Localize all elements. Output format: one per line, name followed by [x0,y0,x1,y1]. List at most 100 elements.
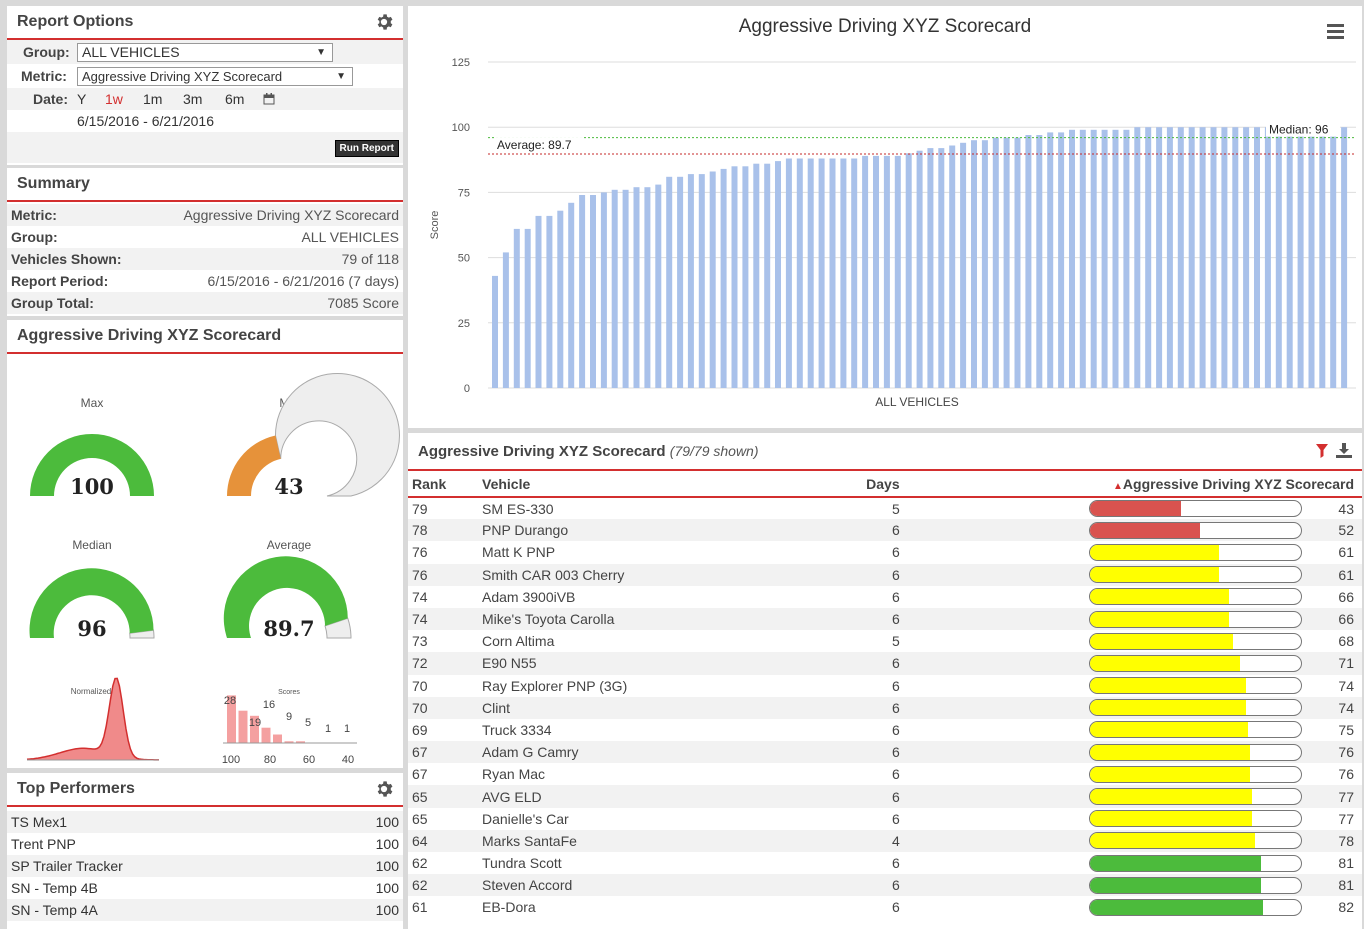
score-value: 77 [1338,810,1354,827]
days-cell: 6 [892,522,900,539]
table-row[interactable]: 65 Danielle's Car 6 77 [408,808,1362,830]
group-row: Group: ALL VEHICLES ▼ [7,40,403,64]
score-cell-wrap: 75 [908,721,1354,739]
scores-title: Scores [278,689,300,696]
col-score[interactable]: ▲Aggressive Driving XYZ Scorecard [904,471,1362,497]
chart-bar [883,155,890,388]
score-bar-fill [1090,833,1255,849]
run-row: Run Report [7,132,403,163]
chart-bar [840,158,847,388]
rank-cell: 76 [412,566,428,583]
vehicle-cell: Clint [482,699,511,716]
chart-bar [829,158,836,388]
col-vehicle[interactable]: Vehicle [482,471,862,497]
top-performer-row[interactable]: TS Mex1 100 [7,811,403,833]
chart-bar [731,166,738,388]
chart-bar [524,228,531,388]
date-option-3m[interactable]: 3m [183,91,225,107]
table-row[interactable]: 73 Corn Altima 5 68 [408,630,1362,652]
run-report-button[interactable]: Run Report [334,140,399,157]
chart-bar [981,140,988,388]
scores-count-label: 5 [305,717,311,729]
vehicle-cell: Mike's Toyota Carolla [482,611,615,628]
table-row[interactable]: 79 SM ES-330 5 43 [408,497,1362,519]
top-performer-row[interactable]: SP Trailer Tracker 100 [7,855,403,877]
date-option-1w[interactable]: 1w [105,91,143,107]
top-performer-row[interactable]: SN - Temp 4B 100 [7,877,403,899]
table-row[interactable]: 70 Ray Explorer PNP (3G) 6 74 [408,675,1362,697]
table-row[interactable]: 65 AVG ELD 6 77 [408,785,1362,808]
gauge-value: 43 [274,474,303,499]
score-cell-wrap: 43 [908,500,1354,518]
y-tick-label: 0 [464,383,470,395]
group-select[interactable]: ALL VEHICLES ▼ [77,42,333,62]
score-cell-wrap: 77 [908,788,1354,806]
table-row[interactable]: 76 Smith CAR 003 Cherry 6 61 [408,563,1362,586]
table-row[interactable]: 74 Mike's Toyota Carolla 6 66 [408,607,1362,631]
rank-cell: 79 [412,500,428,517]
vehicle-cell: Ray Explorer PNP (3G) [482,677,628,694]
top-performers-title: Top Performers [17,780,135,797]
top-performer-row[interactable]: SN - Temp 4A 100 [7,899,403,921]
score-cell: 81 [904,874,1362,896]
score-cell-wrap: 61 [908,543,1354,561]
rank-cell: 70 [412,677,428,694]
score-cell-wrap: 82 [908,898,1354,916]
gear-icon[interactable] [375,13,393,31]
table-row[interactable]: 72 E90 N55 6 71 [408,652,1362,675]
menu-icon[interactable] [1327,24,1344,39]
score-bar-fill [1090,678,1247,694]
scores-count-label: 1 [325,723,331,735]
table-row[interactable]: 78 PNP Durango 6 52 [408,519,1362,542]
vehicle-cell: PNP Durango [482,522,569,539]
table-row[interactable]: 67 Ryan Mac 6 76 [408,763,1362,785]
chart-bar [579,195,586,388]
metric-select[interactable]: Aggressive Driving XYZ Scorecard ▼ [77,66,353,86]
chart-bar [655,184,662,388]
days-cell: 6 [892,699,900,716]
col-rank[interactable]: Rank [408,471,482,497]
rank-cell: 65 [412,810,428,827]
table-row[interactable]: 76 Matt K PNP 6 61 [408,541,1362,563]
date-label: Date: [33,91,69,107]
scores-count-label: 9 [286,711,292,723]
top-performer-score: 100 [375,814,399,830]
table-row[interactable]: 62 Steven Accord 6 81 [408,874,1362,897]
score-bar [1089,521,1302,539]
filter-icon[interactable] [1316,444,1328,458]
chart-bar [916,150,923,388]
gauge-average: Average 89.7 [223,538,352,641]
vehicle-cell: SM ES-330 [482,500,554,517]
table-row[interactable]: 61 EB-Dora 6 82 [408,896,1362,918]
date-option-y[interactable]: Y [77,91,105,107]
score-cell-wrap: 81 [908,854,1354,872]
date-option-1m[interactable]: 1m [143,91,183,107]
top-performer-row[interactable]: Trent PNP 100 [7,833,403,855]
rank-cell: 74 [412,611,428,628]
table-row[interactable]: 74 Adam 3900iVB 6 66 [408,586,1362,608]
score-cell: 66 [904,608,1362,630]
chart-bar [960,142,967,388]
summary-value: 79 of 118 [341,251,399,267]
table-row[interactable]: 69 Truck 3334 6 75 [408,719,1362,741]
calendar-icon[interactable] [263,93,275,105]
vehicle-cell: Marks SantaFe [482,832,577,849]
table-row[interactable]: 67 Adam G Camry 6 76 [408,741,1362,764]
top-performer-name: Trent PNP [11,836,76,852]
table-row[interactable]: 70 Clint 6 74 [408,696,1362,719]
table-row[interactable]: 62 Tundra Scott 6 81 [408,852,1362,874]
score-value: 74 [1338,699,1354,716]
score-bar [1089,810,1302,828]
col-days[interactable]: Days [862,471,904,497]
gear-icon[interactable] [375,780,393,798]
chart-bar [1058,132,1065,388]
scores-count-label: 1 [344,723,350,735]
gauge-label: Average [267,538,312,552]
score-bar [1089,765,1302,783]
table-row[interactable]: 64 Marks SantaFe 4 78 [408,829,1362,852]
days-cell: 6 [892,855,900,872]
download-icon[interactable] [1336,443,1352,459]
score-bar-fill [1090,501,1181,517]
date-option-6m[interactable]: 6m [225,91,263,107]
days-cell: 6 [892,588,900,605]
